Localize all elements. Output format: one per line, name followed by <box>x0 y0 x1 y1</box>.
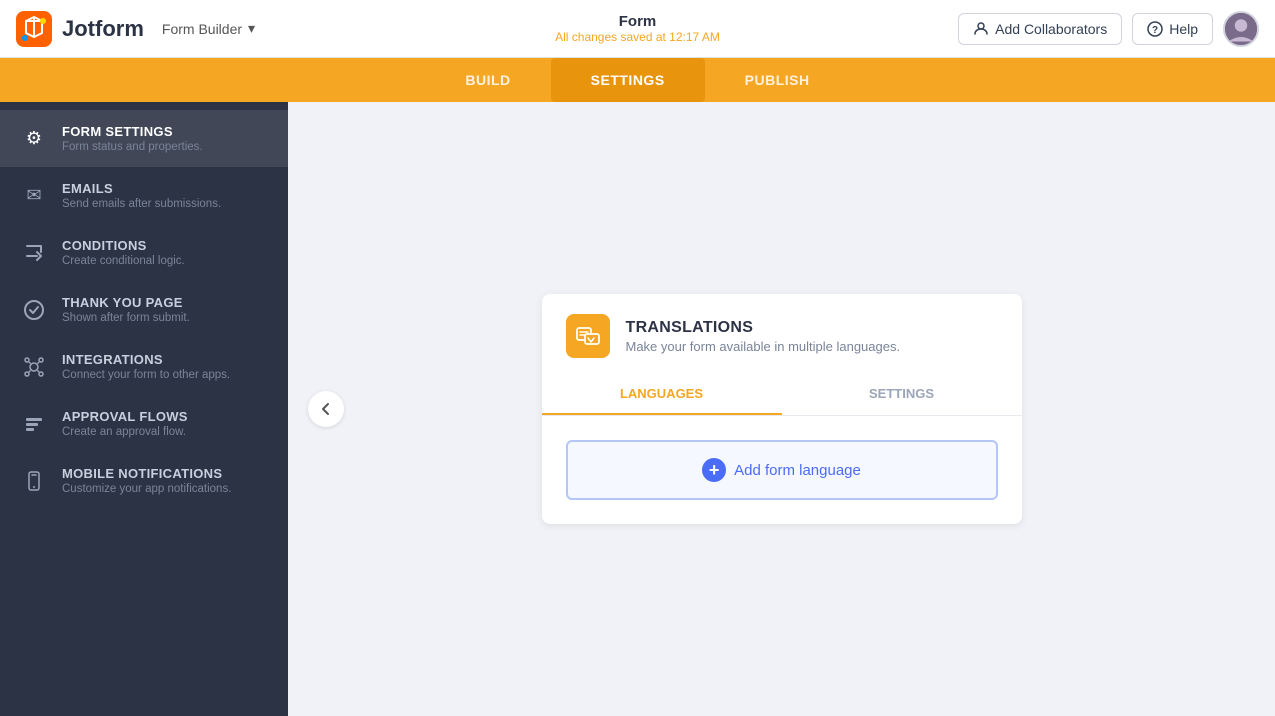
conditions-subtitle: Create conditional logic. <box>62 255 185 267</box>
mobile-icon <box>20 467 48 495</box>
sidebar-item-mobile-notifications[interactable]: MOBILE NOTIFICATIONS Customize your app … <box>0 452 288 509</box>
sidebar: ⚙ FORM SETTINGS Form status and properti… <box>0 102 288 716</box>
help-icon: ? <box>1147 21 1163 37</box>
main-layout: ⚙ FORM SETTINGS Form status and properti… <box>0 102 1275 716</box>
sidebar-item-integrations[interactable]: INTEGRATIONS Connect your form to other … <box>0 338 288 395</box>
form-title: Form <box>555 13 720 30</box>
help-label: Help <box>1169 21 1198 37</box>
sidebar-item-approval-flows[interactable]: APPROVAL FLOWS Create an approval flow. <box>0 395 288 452</box>
thank-you-subtitle: Shown after form submit. <box>62 312 190 324</box>
tab-languages[interactable]: LANGUAGES <box>542 374 782 415</box>
person-icon <box>973 21 989 37</box>
sidebar-item-thank-you[interactable]: THANK YOU PAGE Shown after form submit. <box>0 281 288 338</box>
form-builder-label: Form Builder <box>162 21 242 37</box>
thank-you-title: THANK YOU PAGE <box>62 295 190 310</box>
approval-flows-title: APPROVAL FLOWS <box>62 409 188 424</box>
saved-status: All changes saved at 12:17 AM <box>555 30 720 44</box>
content-area: TRANSLATIONS Make your form available in… <box>288 102 1275 716</box>
integrations-icon <box>20 353 48 381</box>
tab-publish[interactable]: PUBLISH <box>705 58 850 102</box>
help-button[interactable]: ? Help <box>1132 13 1213 45</box>
svg-text:?: ? <box>1152 25 1158 36</box>
add-language-label: Add form language <box>734 462 861 479</box>
approval-flows-subtitle: Create an approval flow. <box>62 426 188 438</box>
approval-icon <box>20 410 48 438</box>
add-language-button[interactable]: + Add form language <box>566 440 998 500</box>
translations-icon <box>575 323 601 349</box>
avatar[interactable] <box>1223 11 1259 47</box>
emails-subtitle: Send emails after submissions. <box>62 198 221 210</box>
content-inner: TRANSLATIONS Make your form available in… <box>288 102 1275 716</box>
gear-icon: ⚙ <box>20 125 48 153</box>
integrations-subtitle: Connect your form to other apps. <box>62 369 230 381</box>
plus-icon: + <box>702 458 726 482</box>
nav-tabs: BUILD SETTINGS PUBLISH <box>0 58 1275 102</box>
translations-tabs: LANGUAGES SETTINGS <box>542 374 1022 416</box>
mobile-notifications-subtitle: Customize your app notifications. <box>62 483 231 495</box>
tab-settings[interactable]: SETTINGS <box>551 58 705 102</box>
mobile-notifications-title: MOBILE NOTIFICATIONS <box>62 466 231 481</box>
tab-translations-settings[interactable]: SETTINGS <box>782 374 1022 415</box>
conditions-icon <box>20 239 48 267</box>
logo-area: Jotform Form Builder ▾ <box>16 11 263 47</box>
form-builder-button[interactable]: Form Builder ▾ <box>154 16 263 41</box>
integrations-title: INTEGRATIONS <box>62 352 230 367</box>
conditions-title: CONDITIONS <box>62 238 185 253</box>
center-area: Form All changes saved at 12:17 AM <box>555 13 720 44</box>
jotform-logo-text: Jotform <box>62 16 144 42</box>
jotform-logo-icon <box>16 11 52 47</box>
form-settings-subtitle: Form status and properties. <box>62 141 203 153</box>
translations-subtitle: Make your form available in multiple lan… <box>626 339 901 354</box>
translations-icon-box <box>566 314 610 358</box>
sidebar-item-form-settings[interactable]: ⚙ FORM SETTINGS Form status and properti… <box>0 110 288 167</box>
checkmark-icon <box>20 296 48 324</box>
translations-body: + Add form language <box>542 416 1022 524</box>
sidebar-item-emails[interactable]: ✉ EMAILS Send emails after submissions. <box>0 167 288 224</box>
top-header: Jotform Form Builder ▾ Form All changes … <box>0 0 1275 58</box>
back-button[interactable] <box>308 391 344 427</box>
add-collaborators-button[interactable]: Add Collaborators <box>958 13 1122 45</box>
sidebar-item-conditions[interactable]: CONDITIONS Create conditional logic. <box>0 224 288 281</box>
translations-header: TRANSLATIONS Make your form available in… <box>542 294 1022 374</box>
chevron-down-icon: ▾ <box>248 20 255 37</box>
emails-title: EMAILS <box>62 181 221 196</box>
email-icon: ✉ <box>20 182 48 210</box>
translations-title: TRANSLATIONS <box>626 319 901 337</box>
add-collaborators-label: Add Collaborators <box>995 21 1107 37</box>
tab-build[interactable]: BUILD <box>425 58 550 102</box>
form-settings-title: FORM SETTINGS <box>62 124 203 139</box>
right-area: Add Collaborators ? Help <box>958 11 1259 47</box>
translations-panel: TRANSLATIONS Make your form available in… <box>542 294 1022 524</box>
